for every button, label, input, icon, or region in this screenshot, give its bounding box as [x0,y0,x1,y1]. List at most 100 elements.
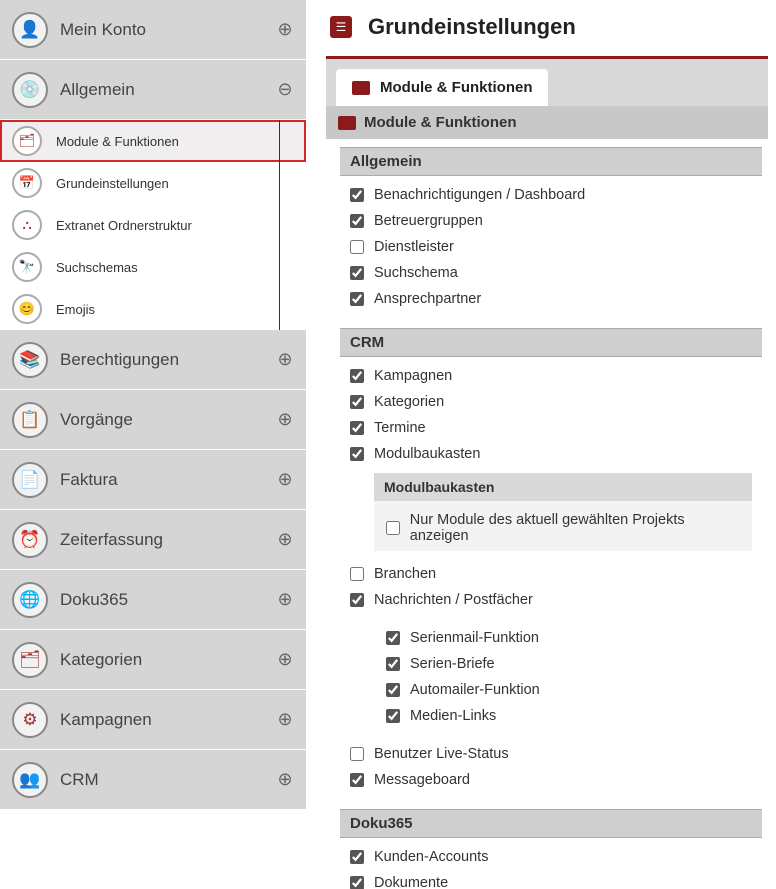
check-label: Modulbaukasten [374,446,480,462]
sidebar-item-berechtigungen[interactable]: 📚 Berechtigungen ⊕ [0,330,306,390]
check-suchschema[interactable]: Suchschema [350,260,752,286]
checkbox[interactable] [350,773,364,787]
sidebar-subitem-suchschemas[interactable]: 🔭 Suchschemas [0,246,306,288]
check-kunden-accounts[interactable]: Kunden-Accounts [350,844,752,870]
check-label: Ansprechpartner [374,291,481,307]
check-branchen[interactable]: Branchen [350,561,752,587]
plus-icon[interactable]: ⊕ [276,651,294,669]
minus-icon[interactable]: ⊖ [276,81,294,99]
plus-icon[interactable]: ⊕ [276,591,294,609]
check-nachrichten[interactable]: Nachrichten / Postfächer [350,587,752,613]
sidebar-label: Allgemein [60,80,276,100]
document-icon: 📄 [12,462,48,498]
clipboard-icon: 📋 [12,402,48,438]
group-allgemein: Allgemein Benachrichtigungen / Dashboard… [340,147,762,314]
tab-module-funktionen[interactable]: Module & Funktionen [336,69,548,106]
sidebar-label: CRM [60,770,276,790]
check-medienlinks[interactable]: Medien-Links [386,703,742,729]
sidebar-item-kampagnen[interactable]: ⚙ Kampagnen ⊕ [0,690,306,750]
check-serienmail[interactable]: Serienmail-Funktion [386,625,742,651]
sidebar-subitem-label: Extranet Ordnerstruktur [56,218,192,233]
sidebar-item-zeiterfassung[interactable]: ⏰ Zeiterfassung ⊕ [0,510,306,570]
settings-sliders-icon: ☰ [330,16,352,38]
folder-icon [338,116,356,130]
checkbox[interactable] [350,421,364,435]
check-label: Betreuergruppen [374,213,483,229]
plus-icon[interactable]: ⊕ [276,771,294,789]
check-kampagnen[interactable]: Kampagnen [350,363,752,389]
tab-bar: Module & Funktionen [326,59,768,106]
checkbox[interactable] [386,657,400,671]
sidebar-subitem-label: Module & Funktionen [56,134,179,149]
checkbox[interactable] [386,521,400,535]
check-label: Automailer-Funktion [410,682,540,698]
sidebar-subitem-grundeinstellungen[interactable]: 📅 Grundeinstellungen [0,162,306,204]
sidebar-label: Faktura [60,470,276,490]
check-benachrichtigungen[interactable]: Benachrichtigungen / Dashboard [350,182,752,208]
checkbox[interactable] [386,683,400,697]
sidebar-item-crm[interactable]: 👥 CRM ⊕ [0,750,306,810]
check-dokumente[interactable]: Dokumente [350,870,752,889]
binoculars-icon: 🔭 [12,252,42,282]
checkbox[interactable] [386,631,400,645]
sidebar-item-kategorien[interactable]: 🗂 Kategorien ⊕ [0,630,306,690]
check-dienstleister[interactable]: Dienstleister [350,234,752,260]
check-betreuergruppen[interactable]: Betreuergruppen [350,208,752,234]
sidebar-subitem-label: Emojis [56,302,95,317]
check-label: Messageboard [374,772,470,788]
plus-icon[interactable]: ⊕ [276,531,294,549]
active-marker [279,246,280,288]
sidebar-subitem-extranet[interactable]: ⛬ Extranet Ordnerstruktur [0,204,306,246]
plus-icon[interactable]: ⊕ [276,471,294,489]
check-ansprechpartner[interactable]: Ansprechpartner [350,286,752,312]
check-label: Nur Module des aktuell gewählten Projekt… [410,512,742,544]
check-label: Kategorien [374,394,444,410]
sidebar-item-faktura[interactable]: 📄 Faktura ⊕ [0,450,306,510]
sidebar-subitem-module-funktionen[interactable]: 🗂 Module & Funktionen [0,120,306,162]
check-label: Kampagnen [374,368,452,384]
group-crm: CRM Kampagnen Kategorien Termine Modulba… [340,328,762,795]
checkbox[interactable] [350,747,364,761]
check-termine[interactable]: Termine [350,415,752,441]
clock-icon: ⏰ [12,522,48,558]
checkbox[interactable] [350,850,364,864]
checkbox[interactable] [350,567,364,581]
check-kategorien[interactable]: Kategorien [350,389,752,415]
check-nur-module-projekt[interactable]: Nur Module des aktuell gewählten Projekt… [386,507,742,549]
plus-icon[interactable]: ⊕ [276,21,294,39]
checkbox[interactable] [350,214,364,228]
group-header: CRM [340,328,762,357]
sidebar-label: Berechtigungen [60,350,276,370]
check-serienbriefe[interactable]: Serien-Briefe [386,651,742,677]
sidebar-item-mein-konto[interactable]: 👤 Mein Konto ⊕ [0,0,306,60]
checkbox[interactable] [350,240,364,254]
nested-header: Modulbaukasten [374,473,752,501]
checkbox[interactable] [350,292,364,306]
checkbox[interactable] [350,369,364,383]
nested-nachrichten: Serienmail-Funktion Serien-Briefe Automa… [374,619,752,731]
gears-icon: ⚙ [12,702,48,738]
checkbox[interactable] [350,447,364,461]
sidebar-subitem-label: Suchschemas [56,260,138,275]
books-icon: 📚 [12,342,48,378]
smile-icon: 😊 [12,294,42,324]
plus-icon[interactable]: ⊕ [276,711,294,729]
plus-icon[interactable]: ⊕ [276,351,294,369]
checkbox[interactable] [350,593,364,607]
calendar-icon: 📅 [12,168,42,198]
checkbox[interactable] [350,188,364,202]
sidebar-subitem-emojis[interactable]: 😊 Emojis [0,288,306,330]
check-automailer[interactable]: Automailer-Funktion [386,677,742,703]
checkbox[interactable] [350,266,364,280]
sidebar-item-vorgaenge[interactable]: 📋 Vorgänge ⊕ [0,390,306,450]
plus-icon[interactable]: ⊕ [276,411,294,429]
check-messageboard[interactable]: Messageboard [350,767,752,793]
sidebar-item-allgemein[interactable]: 💿 Allgemein ⊖ [0,60,306,120]
sidebar-label: Zeiterfassung [60,530,276,550]
checkbox[interactable] [386,709,400,723]
check-modulbaukasten[interactable]: Modulbaukasten [350,441,752,467]
sidebar-item-doku365[interactable]: 🌐 Doku365 ⊕ [0,570,306,630]
check-live-status[interactable]: Benutzer Live-Status [350,741,752,767]
checkbox[interactable] [350,876,364,889]
checkbox[interactable] [350,395,364,409]
